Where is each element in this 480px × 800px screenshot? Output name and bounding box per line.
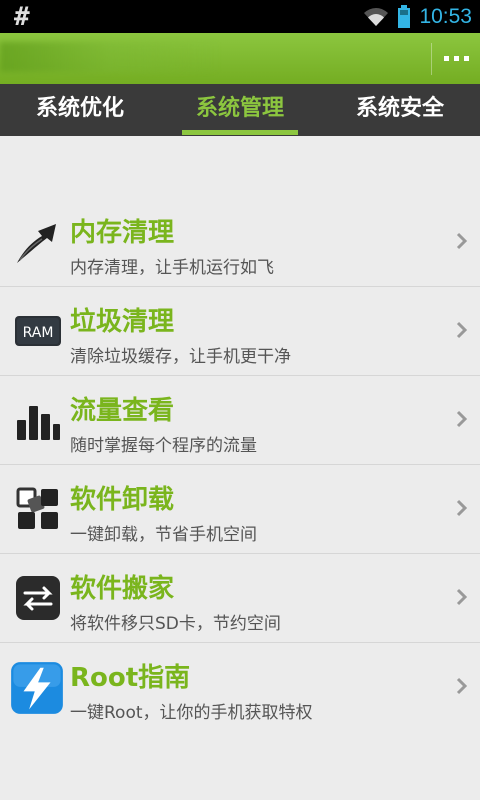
overflow-dot [453,56,459,61]
tab-system-optimize[interactable]: 系统优化 [0,84,160,136]
chevron-right-icon [456,677,468,695]
chevron-right-icon [456,321,468,339]
item-subtitle: 一键卸载，节省手机空间 [70,525,257,545]
tab-label: 系统优化 [35,96,124,121]
list-item-junk-clean[interactable]: RAM 垃圾清理 清除垃圾缓存，让手机更干净 [0,287,480,376]
tab-label: 系统安全 [355,96,444,121]
overflow-menu-button[interactable] [432,33,480,84]
item-title: 垃圾清理 [70,307,175,337]
status-icons: 10:53 [363,0,472,33]
list-item-app-uninstall[interactable]: 软件卸载 一键卸载，节省手机空间 [0,465,480,554]
tab-system-security[interactable]: 系统安全 [320,84,480,136]
overflow-dot [463,56,469,61]
bar-chart-icon [17,406,60,440]
item-subtitle: 内存清理，让手机运行如飞 [70,258,274,278]
app-title-blurred [0,42,220,72]
list-item-traffic-view[interactable]: 流量查看 随时掌握每个程序的流量 [0,376,480,465]
management-list: 内存清理 内存清理，让手机运行如飞 RAM 垃圾清理 清除垃圾缓存，让手机更干净… [0,198,480,732]
item-subtitle: 将软件移只SD卡，节约空间 [70,614,281,634]
status-bar: # 10:53 [0,0,480,33]
tab-bar: 系统优化 系统管理 系统安全 [0,84,480,136]
app-bar [0,33,480,84]
chevron-right-icon [456,588,468,606]
chevron-right-icon [456,499,468,517]
arrow-up-icon [17,224,56,263]
tab-indicator [182,130,298,135]
ram-icon-text: RAM [23,325,54,341]
item-subtitle: 随时掌握每个程序的流量 [70,436,257,456]
item-title: 软件卸载 [70,485,175,515]
list-item-app-move[interactable]: 软件搬家 将软件移只SD卡，节约空间 [0,554,480,643]
item-subtitle: 一键Root，让你的手机获取特权 [70,703,313,723]
item-title: 内存清理 [70,218,175,248]
app-grid-icon [16,487,58,529]
transfer-icon [16,576,60,620]
item-subtitle: 清除垃圾缓存，让手机更干净 [70,347,291,367]
tab-system-manage[interactable]: 系统管理 [160,84,320,136]
list-item-root-guide[interactable]: Root指南 一键Root，让你的手机获取特权 [0,643,480,732]
tab-label: 系统管理 [195,96,284,121]
clock: 10:53 [419,4,472,28]
overflow-dot [443,56,449,61]
item-title: Root指南 [70,663,191,693]
notification-hash-icon: # [14,2,30,32]
chevron-right-icon [456,232,468,250]
item-title: 软件搬家 [70,574,175,604]
lightning-icon [11,662,63,714]
item-title: 流量查看 [70,396,175,426]
ram-icon: RAM [15,316,61,346]
wifi-icon [364,7,389,26]
list-item-memory-clean[interactable]: 内存清理 内存清理，让手机运行如飞 [0,198,480,287]
chevron-right-icon [456,410,468,428]
battery-icon [398,4,411,28]
